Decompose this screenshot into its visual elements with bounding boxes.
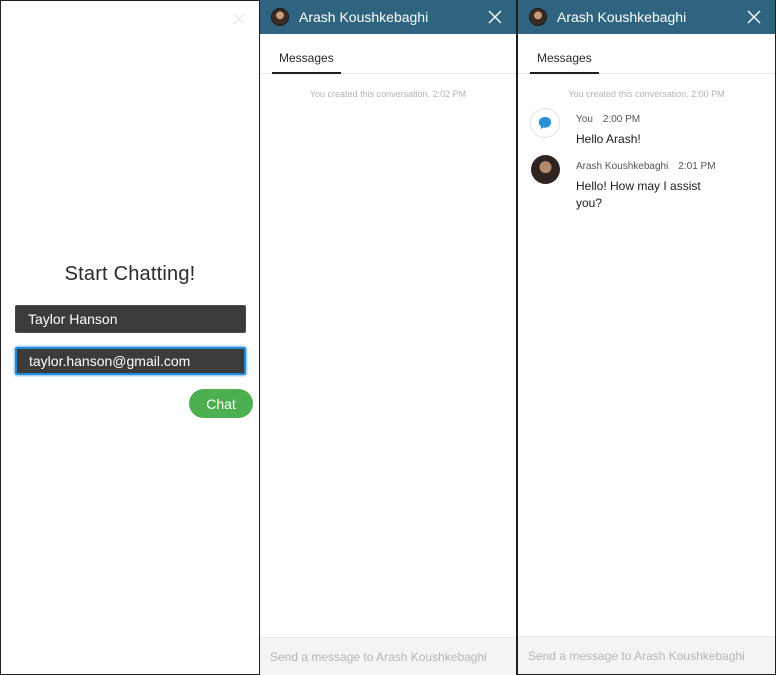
avatar [271, 8, 289, 26]
avatar [531, 155, 560, 184]
conversation-created-note: You created this conversation. 2:02 PM [309, 89, 467, 99]
tab-bar: Messages [518, 44, 775, 74]
message-time: 2:01 PM [678, 161, 716, 172]
message-time: 2:00 PM [602, 114, 641, 125]
sender-name: Arash Koushkebaghi [576, 161, 669, 172]
sender-name: You [576, 114, 593, 125]
message-meta: Arash Koushkebaghi 2:01 PM [576, 161, 716, 172]
message-input[interactable] [518, 637, 775, 674]
tab-bar: Messages [260, 44, 516, 74]
chat-window-empty: Arash Koushkebaghi Messages You created … [260, 0, 516, 675]
chat-window-conversation: Arash Koushkebaghi Messages You created … [518, 0, 775, 674]
start-chatting-title: Start Chatting! [64, 263, 196, 285]
email-field[interactable] [15, 347, 246, 375]
app-stage: Start Chatting! Chat Arash Koushkebaghi … [0, 0, 776, 675]
close-icon[interactable] [746, 9, 762, 25]
close-icon[interactable] [233, 13, 245, 25]
contact-name: Arash Koushkebaghi [557, 9, 687, 25]
message-text: Hello Arash! [576, 132, 641, 146]
message-input[interactable] [260, 638, 516, 675]
name-field[interactable] [15, 305, 246, 333]
conversation-created-note: You created this conversation. 2:00 PM [568, 89, 725, 99]
chat-header: Arash Koushkebaghi [518, 0, 775, 34]
chat-header: Arash Koushkebaghi [260, 0, 516, 34]
avatar [529, 8, 547, 26]
message-composer [260, 637, 516, 675]
message-composer [518, 636, 775, 674]
message-meta: You 2:00 PM [576, 114, 640, 125]
avatar [530, 108, 560, 138]
start-chat-panel: Start Chatting! Chat [1, 1, 259, 674]
chat-bubble-icon [538, 117, 552, 129]
tab-messages[interactable]: Messages [530, 44, 599, 74]
chat-button[interactable]: Chat [189, 389, 253, 418]
close-icon[interactable] [487, 9, 503, 25]
tab-messages[interactable]: Messages [272, 44, 341, 74]
message-text: Hello! How may I assist you? [576, 179, 701, 210]
contact-name: Arash Koushkebaghi [299, 9, 429, 25]
